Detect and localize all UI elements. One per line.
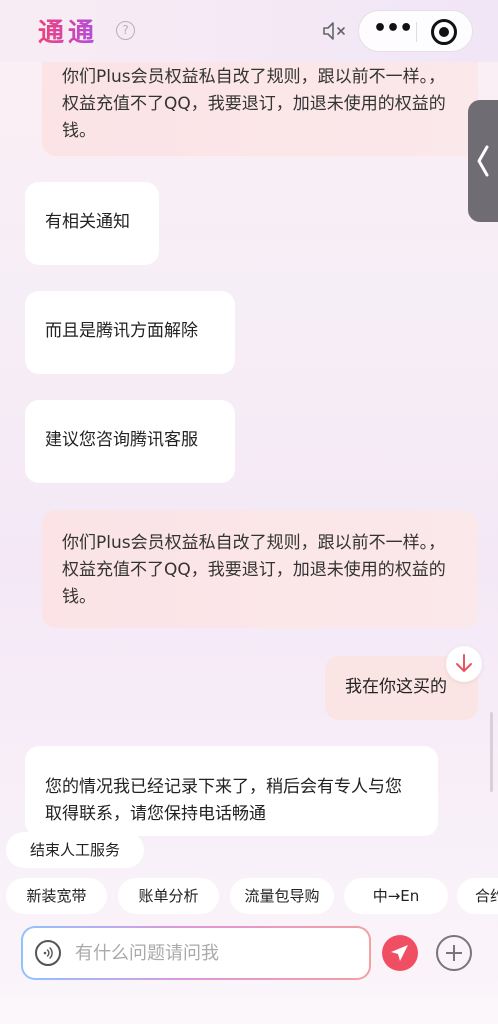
top-bar: 通通 ? ••• (0, 0, 498, 62)
chip-translate[interactable]: 中→En (344, 878, 448, 914)
side-expand-tab[interactable] (468, 100, 498, 222)
close-target-icon[interactable] (431, 19, 457, 45)
quick-reply-bar: 新装宽带 账单分析 流量包导购 中→En 合约 (0, 878, 498, 914)
message-input-box (21, 926, 371, 980)
voice-icon[interactable] (35, 940, 61, 966)
app-title: 通通 (38, 12, 98, 49)
message-text: 而且是腾讯方面解除 (45, 321, 198, 341)
message-text: 我在你这买的 (345, 677, 447, 697)
message-text: 您的情况我已经记录下来了，稍后会有专人与您取得联系，请您保持电话畅通 (45, 777, 402, 824)
chevron-left-icon (477, 145, 489, 177)
message-text: 你们Plus会员权益私自改了规则，跟以前不一样。，权益充值不了QQ，我要退订，加… (62, 533, 446, 607)
chip-data-package[interactable]: 流量包导购 (230, 878, 334, 914)
more-icon[interactable]: ••• (373, 18, 413, 43)
mute-icon[interactable] (322, 20, 348, 42)
add-attachment-button[interactable] (436, 935, 472, 971)
message-text: 建议您咨询腾讯客服 (45, 430, 198, 450)
bot-message: 建议您咨询腾讯客服 (25, 400, 235, 483)
input-inner (23, 928, 369, 978)
scrollbar[interactable] (490, 712, 493, 792)
help-icon[interactable]: ? (116, 21, 135, 40)
arrow-down-icon (456, 654, 472, 672)
chip-new-broadband[interactable]: 新装宽带 (6, 878, 107, 914)
quoted-user-message: 你们Plus会员权益私自改了规则，跟以前不一样。，权益充值不了QQ，我要退订，加… (42, 510, 478, 628)
bot-message: 有相关通知 (25, 182, 159, 265)
end-service-button[interactable]: 结束人工服务 (6, 832, 145, 868)
capsule-divider (416, 22, 417, 42)
bot-message: 您的情况我已经记录下来了，稍后会有专人与您取得联系，请您保持电话畅通 (25, 746, 438, 836)
message-text: 有相关通知 (45, 212, 130, 232)
chip-contract[interactable]: 合约 (457, 878, 498, 914)
bottom-safe-area (0, 996, 498, 1024)
scroll-to-bottom-button[interactable] (446, 646, 482, 682)
message-input[interactable] (75, 936, 355, 970)
message-text: 你们Plus会员权益私自改了规则，跟以前不一样。，权益充值不了QQ，我要退订，加… (62, 67, 446, 141)
send-icon (391, 945, 408, 961)
mini-program-capsule: ••• (358, 10, 473, 52)
bot-message: 而且是腾讯方面解除 (25, 291, 235, 374)
send-button[interactable] (382, 935, 418, 971)
chip-bill-analysis[interactable]: 账单分析 (118, 878, 219, 914)
